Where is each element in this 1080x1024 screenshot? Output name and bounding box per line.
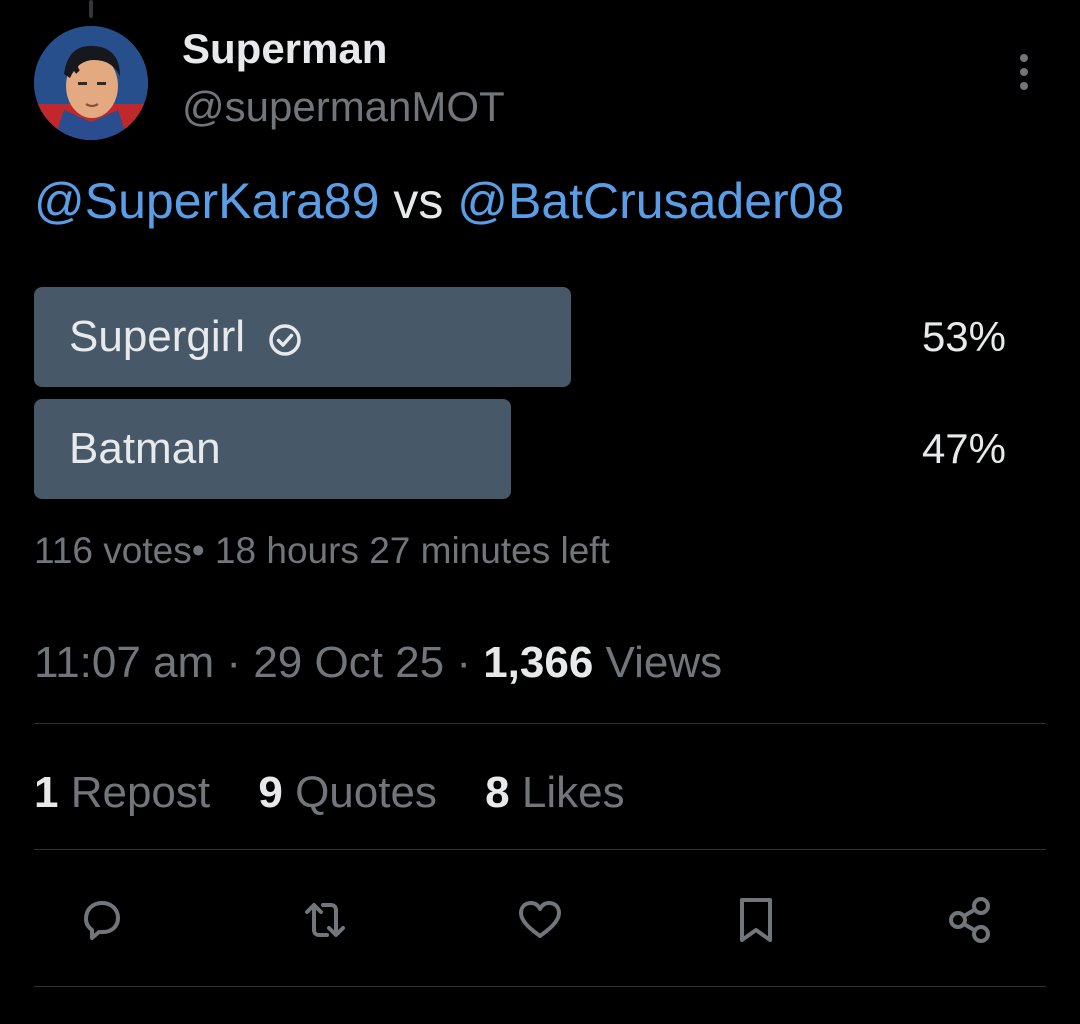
likes-count: 8 xyxy=(485,768,510,817)
heart-icon xyxy=(519,901,561,938)
superman-avatar-image xyxy=(34,26,148,140)
poll-option-batman: Batman 47% xyxy=(34,399,1048,499)
tweet-date[interactable]: 29 Oct 25 xyxy=(253,638,444,687)
likes-label: Likes xyxy=(509,768,625,817)
poll-option-label: Batman xyxy=(69,424,221,473)
reposts-label: Repost xyxy=(58,768,211,817)
views-count: 1,366 xyxy=(483,638,594,687)
like-button[interactable] xyxy=(510,890,570,950)
mention-link-batcrusader[interactable]: @BatCrusader08 xyxy=(457,173,844,229)
poll-option-percentage: 47% xyxy=(921,425,1006,472)
poll-meta: 116 votes• 18 hours 27 minutes left xyxy=(34,530,610,572)
mention-link-superkara[interactable]: @SuperKara89 xyxy=(34,173,379,229)
bookmark-icon xyxy=(740,898,772,942)
poll-option-label: Supergirl xyxy=(69,312,246,361)
more-options-button[interactable] xyxy=(1004,50,1044,94)
poll-option-percentage: 53% xyxy=(921,313,1006,360)
reply-button[interactable] xyxy=(72,890,132,950)
likes-stat[interactable]: 8 Likes xyxy=(485,768,624,818)
reply-icon xyxy=(84,901,120,940)
meta-separator: · xyxy=(214,638,254,687)
more-vertical-icon xyxy=(1020,54,1028,90)
poll-time-left: • 18 hours 27 minutes left xyxy=(191,530,610,571)
share-button[interactable] xyxy=(940,890,1000,950)
engagement-stats: 1 Repost 9 Quotes 8 Likes xyxy=(34,768,661,818)
author-handle[interactable]: @supermanMOT xyxy=(182,86,505,128)
quotes-stat[interactable]: 9 Quotes xyxy=(258,768,437,818)
tweet-text: @SuperKara89 vs @BatCrusader08 xyxy=(34,176,844,226)
share-icon xyxy=(949,897,990,943)
reposts-count: 1 xyxy=(34,768,59,817)
tweet-time[interactable]: 11:07 am xyxy=(34,638,214,687)
tweet-timestamp-row: 11:07 am · 29 Oct 25 · 1,366 Views xyxy=(34,638,722,688)
thread-connector-line xyxy=(89,0,93,18)
divider xyxy=(34,723,1046,724)
tweet-connector-text: vs xyxy=(379,173,458,229)
views-label: Views xyxy=(593,638,723,687)
divider xyxy=(34,986,1046,987)
repost-button[interactable] xyxy=(295,890,355,950)
bookmark-button[interactable] xyxy=(726,890,786,950)
avatar[interactable] xyxy=(34,26,148,140)
poll-vote-count: 116 votes xyxy=(34,530,192,571)
quotes-label: Quotes xyxy=(282,768,437,817)
check-circle-icon xyxy=(267,319,303,356)
meta-separator: · xyxy=(444,638,484,687)
author-display-name[interactable]: Superman xyxy=(182,28,387,70)
divider xyxy=(34,849,1046,850)
poll-option-supergirl: Supergirl 53% xyxy=(34,287,1048,387)
repost-icon xyxy=(305,903,345,937)
quotes-count: 9 xyxy=(258,768,283,817)
reposts-stat[interactable]: 1 Repost xyxy=(34,768,210,818)
